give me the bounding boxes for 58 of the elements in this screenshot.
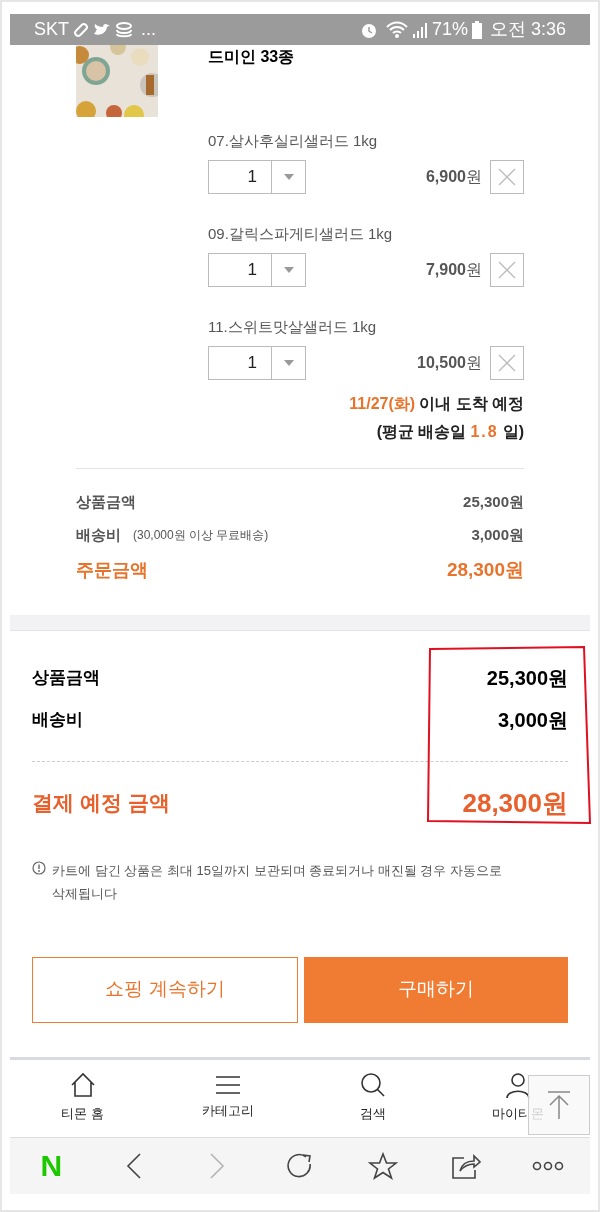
option-price: 7,900원 xyxy=(425,260,482,280)
quantity-select[interactable]: 1 xyxy=(208,253,306,287)
nav-tab[interactable]: 검색 xyxy=(300,1072,445,1124)
dropdown-caret-icon xyxy=(283,267,294,273)
close-icon xyxy=(498,354,516,372)
summary-amount: 28,300원 xyxy=(446,558,524,582)
bird-icon xyxy=(93,21,111,38)
dropdown-caret-icon xyxy=(283,360,294,366)
more-icon[interactable] xyxy=(532,1160,565,1171)
arrow-up-icon xyxy=(547,1089,571,1120)
payment-amount: 25,300원 xyxy=(486,665,568,691)
option-name: 11.스위트맛살샐러드 1kg xyxy=(208,317,378,337)
signal-icon xyxy=(411,20,428,39)
average-delivery-days: 1.8 xyxy=(470,420,499,444)
payment-amount: 28,300원 xyxy=(462,786,568,820)
average-delivery-label: (평균 배송일 xyxy=(376,422,467,442)
summary-label: 배송비 xyxy=(76,524,121,545)
payment-label: 상품금액 xyxy=(32,666,100,689)
delivery-date: 11/27(화) xyxy=(349,394,416,414)
dropdown-caret-icon xyxy=(283,174,294,180)
close-icon xyxy=(498,168,516,186)
delivery-text: 이내 도착 예정 xyxy=(419,394,524,414)
summary-label: 주문금액 xyxy=(76,558,148,582)
quantity-select[interactable]: 1 xyxy=(208,160,306,194)
reload-icon[interactable] xyxy=(285,1151,314,1180)
payment-label: 배송비 xyxy=(32,708,83,731)
close-icon xyxy=(498,261,516,279)
more-notifications: ... xyxy=(141,18,157,41)
option-price: 10,500원 xyxy=(417,353,482,373)
nav-tab[interactable]: 티몬 홈 xyxy=(10,1072,155,1124)
info-icon xyxy=(32,860,46,875)
search-icon xyxy=(359,1072,386,1099)
option-price: 6,900원 xyxy=(425,167,482,187)
back-icon[interactable] xyxy=(126,1151,143,1180)
payment-amount: 3,000원 xyxy=(497,707,568,733)
payment-label: 결제 예정 금액 xyxy=(32,790,170,817)
summary-label: 상품금액 xyxy=(76,492,136,512)
option-name: 09.갈릭스파게티샐러드 1kg xyxy=(208,224,394,244)
wifi-icon xyxy=(385,20,408,39)
summary-note: (30,000원 이상 무료배송) xyxy=(133,526,269,544)
summary-amount: 3,000원 xyxy=(471,524,524,545)
menu-icon xyxy=(214,1075,241,1096)
summary-amount: 25,300원 xyxy=(463,492,524,512)
nav-tab[interactable]: 카테고리 xyxy=(155,1075,300,1121)
user-icon xyxy=(504,1072,531,1099)
product-title: 드미인 33종 xyxy=(208,47,295,67)
average-delivery-unit: 일) xyxy=(502,422,524,442)
notice-text: 카트에 담긴 상품은 최대 15일까지 보관되며 종료되거나 매진될 경우 자동으로 삭제됩니다 xyxy=(52,861,503,903)
battery-percent: 71% xyxy=(431,18,468,41)
carrier-name: SKT xyxy=(34,18,69,41)
share-icon[interactable] xyxy=(449,1151,482,1180)
clock: 오전 3:36 xyxy=(489,18,566,41)
stack-icon xyxy=(115,21,133,38)
pill-icon xyxy=(73,21,89,38)
battery-icon xyxy=(471,20,482,39)
option-name: 07.살사후실리샐러드 1kg xyxy=(208,131,379,151)
star-icon[interactable] xyxy=(367,1151,398,1180)
quantity-select[interactable]: 1 xyxy=(208,346,306,380)
